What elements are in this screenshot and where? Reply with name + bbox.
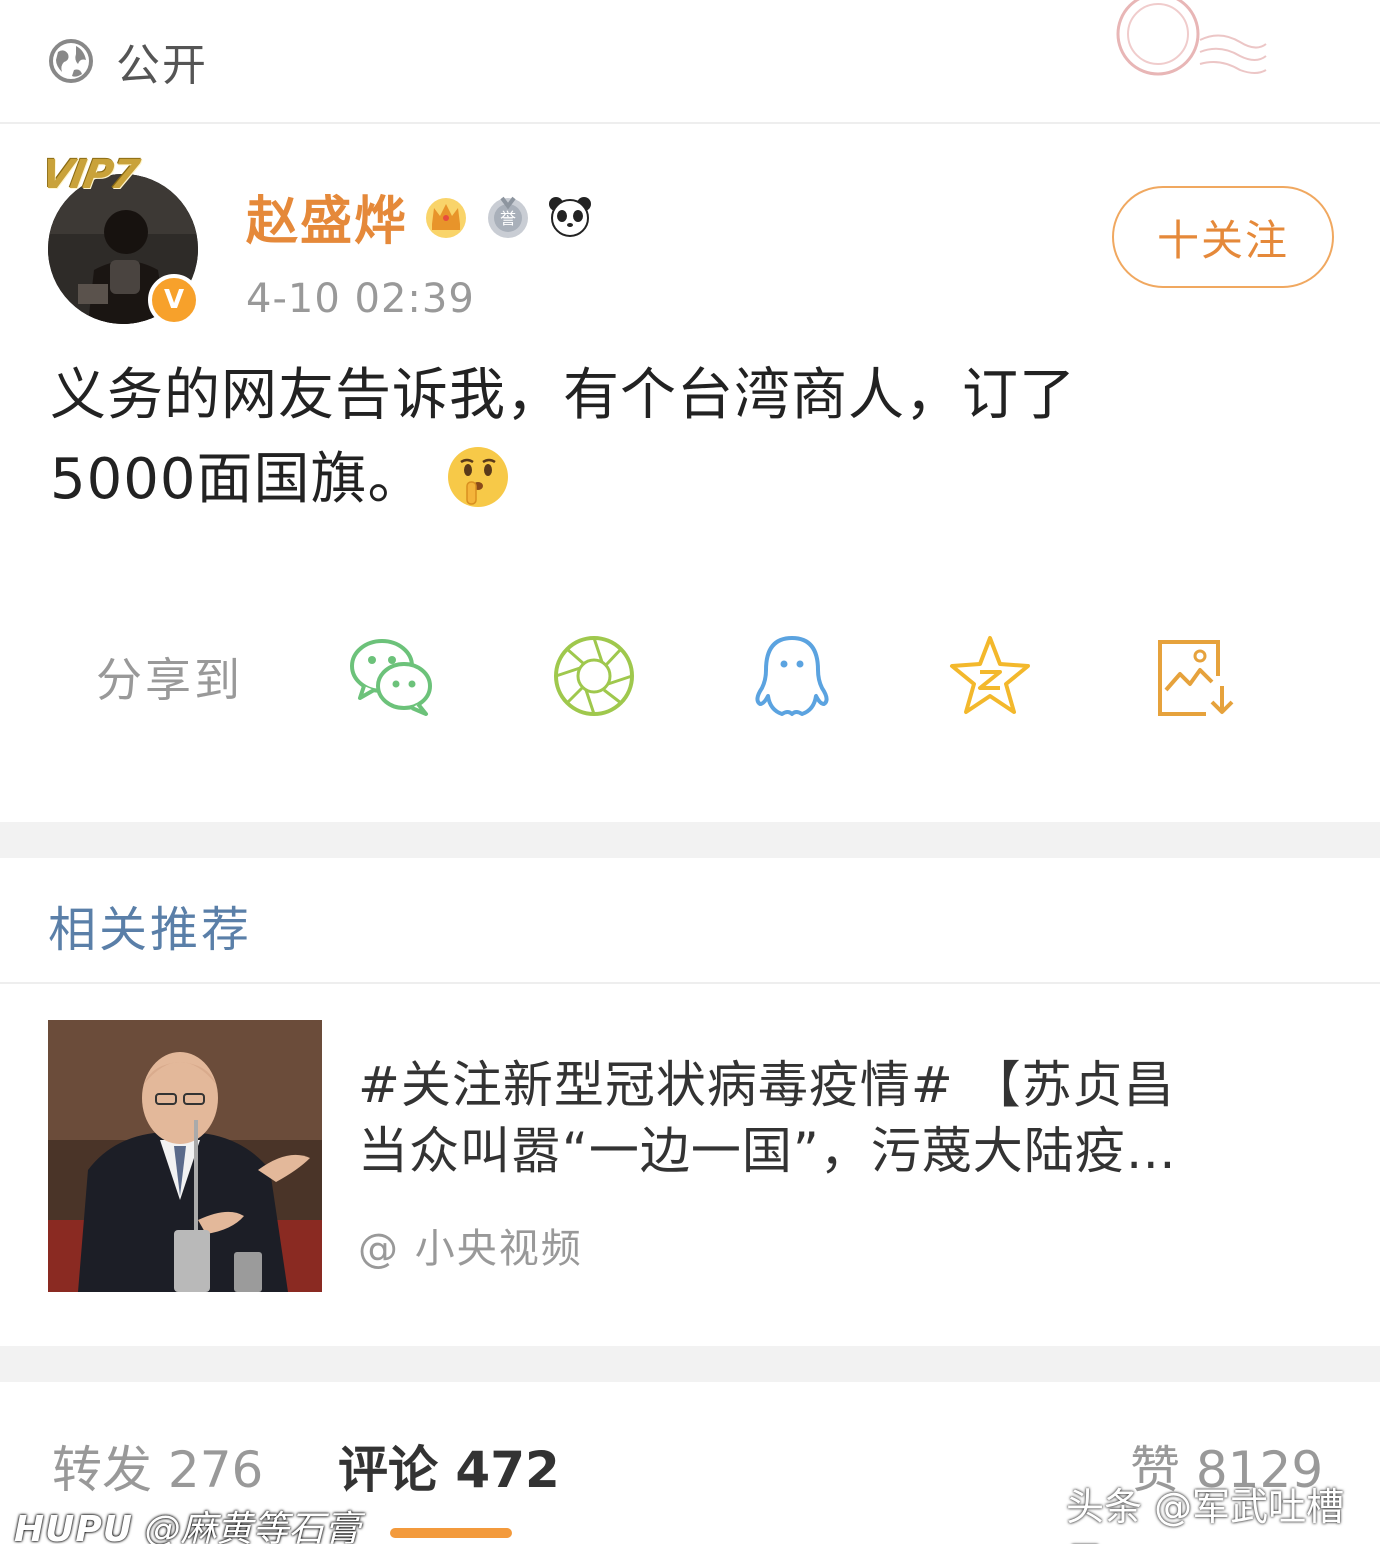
post-text-line2-wrap: 5000面国旗。 [50,438,1330,522]
postmark-stamp [1116,0,1267,76]
related-divider [0,982,1380,984]
verified-badge: V [148,274,200,326]
related-card-thumbnail[interactable] [48,1020,322,1292]
vip-badge: VIP7 [37,152,142,198]
toutiao-watermark: 头条 @军武吐槽君 [1066,1485,1345,1544]
wechat-icon[interactable] [346,630,438,722]
author-name-row: 赵盛烨 誉 [246,178,594,254]
header-divider [0,122,1380,124]
related-card-title-line1: #关注新型冠状病毒疫情# 【苏贞昌 [358,1056,1175,1114]
related-card-title-line2: 当众叫嚣“一边一国”，污蔑大陆疫… [358,1122,1177,1180]
post-timestamp: 4-10 02:39 [246,276,475,322]
tab-repost[interactable]: 转发 276 [52,1430,263,1502]
hupu-brand: HUPU [14,1509,133,1544]
privacy-label: 公开 [116,40,208,91]
post-text-line1: 义务的网友告诉我，有个台湾商人，订了 [50,363,1076,428]
hupu-user: @麻黄等石膏 [144,1509,361,1544]
globe-icon [49,39,93,83]
post-text-line2: 5000面国旗。 [50,447,425,512]
privacy-indicator: 公开 [48,28,208,94]
save-image-icon[interactable] [1146,630,1238,722]
hupu-watermark: HUPU @麻黄等石膏 [14,1500,360,1544]
svg-text:誉: 誉 [500,209,516,228]
related-card-title[interactable]: #关注新型冠状病毒疫情# 【苏贞昌 当众叫嚣“一边一国”，污蔑大陆疫… [358,1052,1318,1184]
medal-icon: 誉 [488,196,529,238]
post-content: 义务的网友告诉我，有个台湾商人，订了 5000面国旗。 [50,354,1330,522]
author-avatar-group[interactable]: VIP7 V [38,152,204,330]
follow-button[interactable]: 十关注 [1112,186,1334,288]
section-divider [0,822,1380,858]
share-bar: 分享到 [96,630,1296,722]
author-name[interactable]: 赵盛烨 [246,179,408,254]
moments-icon[interactable] [548,630,640,722]
shush-emoji-icon [447,447,508,507]
related-card-source[interactable]: @ 小央视频 [358,1216,583,1274]
qzone-icon[interactable] [944,630,1036,722]
tab-comment[interactable]: 评论 472 [338,1430,560,1502]
section-divider-bottom [0,1346,1380,1382]
panda-icon [549,197,592,237]
qq-icon[interactable] [746,630,838,722]
crown-icon [426,198,467,238]
active-tab-indicator [390,1528,512,1538]
related-section-title: 相关推荐 [48,902,253,958]
share-label: 分享到 [96,653,243,707]
